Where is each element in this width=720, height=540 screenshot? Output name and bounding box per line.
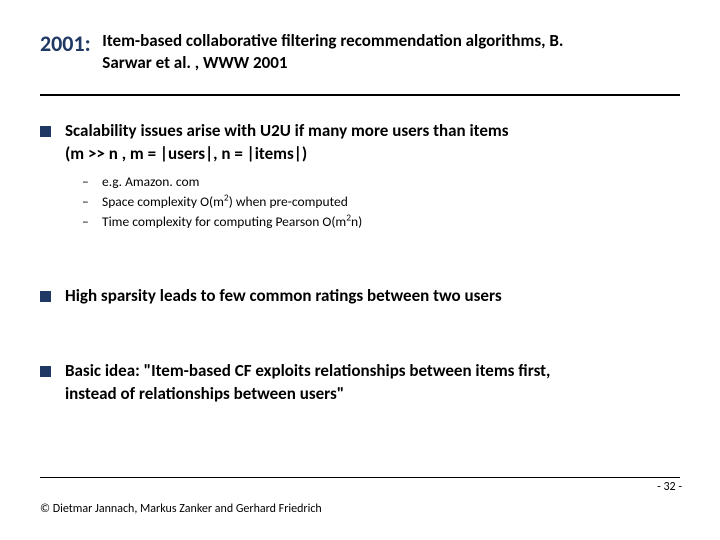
slide-content: Scalability issues arise with U2U if man… — [40, 120, 680, 433]
bullet-3-line1: Basic idea: "Item-based CF exploits rela… — [65, 360, 550, 381]
bullet-1-main: Scalability issues arise with U2U if man… — [40, 120, 680, 166]
bullet-2-text: High sparsity leads to few common rating… — [65, 285, 502, 308]
bullet-3-line2: instead of relationships between users" — [65, 383, 344, 404]
bullet-2-main: High sparsity leads to few common rating… — [40, 285, 680, 308]
footer-divider — [40, 477, 680, 478]
bullet-1-line2: (m >> n , m = |users|, n = |items|) — [65, 143, 307, 164]
bullet-1: Scalability issues arise with U2U if man… — [40, 120, 680, 233]
dash-icon: – — [82, 192, 96, 212]
header-divider — [40, 94, 680, 96]
header-title-line2: Sarwar et al. , WWW 2001 — [102, 52, 287, 73]
footer-copyright: © Dietmar Jannach, Markus Zanker and Ger… — [40, 502, 322, 516]
sub-item-text: e.g. Amazon. com — [102, 172, 199, 192]
square-bullet-icon — [40, 366, 51, 377]
dash-icon: – — [82, 172, 96, 192]
bullet-1-subs: – e.g. Amazon. com – Space complexity O(… — [82, 172, 680, 233]
slide-header: 2001: Item-based collaborative filtering… — [40, 30, 680, 74]
bullet-3-main: Basic idea: "Item-based CF exploits rela… — [40, 360, 680, 406]
bullet-3-text: Basic idea: "Item-based CF exploits rela… — [65, 360, 550, 406]
page-number: - 32 - — [657, 480, 682, 494]
bullet-1-text: Scalability issues arise with U2U if man… — [65, 120, 509, 166]
header-title: Item-based collaborative filtering recom… — [102, 30, 563, 74]
bullet-3: Basic idea: "Item-based CF exploits rela… — [40, 360, 680, 406]
header-title-line1: Item-based collaborative filtering recom… — [102, 30, 563, 51]
sub-item-text: Space complexity O(m2) when pre-computed — [102, 192, 348, 212]
sub-item: – Time complexity for computing Pearson … — [82, 212, 680, 232]
bullet-2: High sparsity leads to few common rating… — [40, 285, 680, 308]
sub-item-text: Time complexity for computing Pearson O(… — [102, 212, 362, 232]
square-bullet-icon — [40, 126, 51, 137]
header-year: 2001: — [40, 30, 91, 57]
square-bullet-icon — [40, 291, 51, 302]
sub-item: – Space complexity O(m2) when pre-comput… — [82, 192, 680, 212]
dash-icon: – — [82, 212, 96, 232]
slide: 2001: Item-based collaborative filtering… — [0, 0, 720, 540]
bullet-1-line1: Scalability issues arise with U2U if man… — [65, 120, 509, 141]
sub-item: – e.g. Amazon. com — [82, 172, 680, 192]
